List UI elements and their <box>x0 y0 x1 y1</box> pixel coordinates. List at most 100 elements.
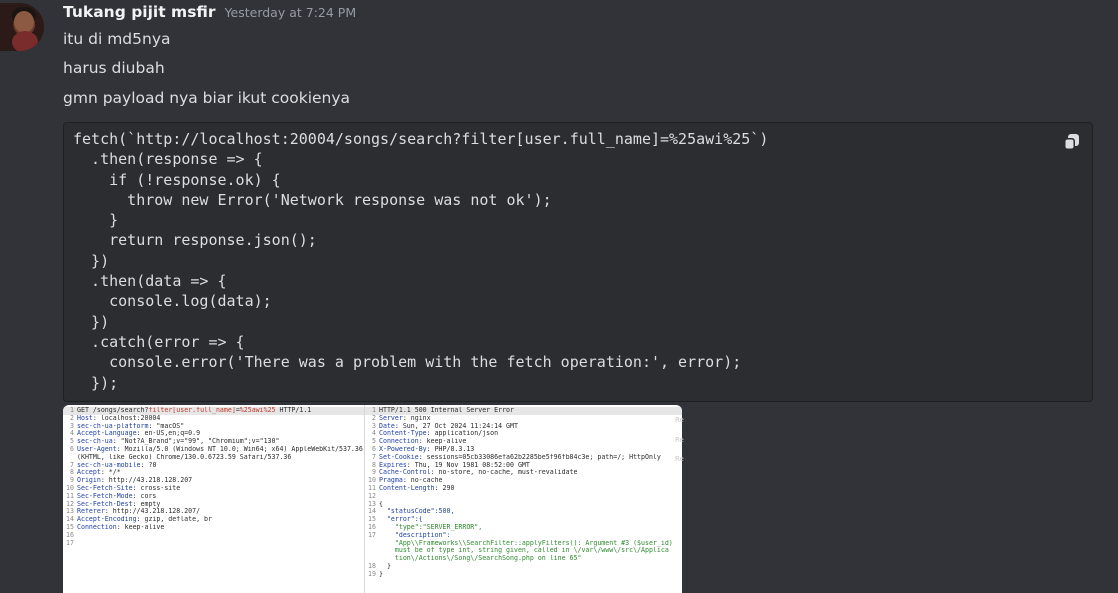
code-line: 7 Set-Cookie: sessions=05cb33086efa62b228… <box>365 454 682 462</box>
line-number: 17 <box>66 539 74 547</box>
line-text: User-Agent: Mozilla/5.0 (Windows NT 10.0… <box>77 445 363 453</box>
line-number: 10 <box>368 477 376 485</box>
line-number: 12 <box>66 500 74 508</box>
line-text: HTTP/1.1 500 Internal Server Error <box>379 407 514 414</box>
message-header: Tukang pijit msfir Yesterday at 7:24 PM <box>63 3 356 27</box>
line-text: Sec-Fetch-Site: cross-site <box>77 484 181 492</box>
copy-icon[interactable] <box>1062 132 1082 152</box>
line-text: Connection: keep-alive <box>379 438 467 446</box>
line-text: Accept-Encoding: gzip, deflate, br <box>77 516 212 524</box>
timestamp[interactable]: Yesterday at 7:24 PM <box>225 5 357 20</box>
line-number: 17 <box>368 531 376 539</box>
message-line: gmn payload nya biar ikut cookienya <box>63 89 351 107</box>
line-number: 11 <box>368 484 376 492</box>
code-line: 4 Accept-Language: en-US,en;q=0.9 <box>63 430 364 438</box>
code-line: 7 sec-ch-ua-mobile: ?0 <box>63 462 364 470</box>
line-number: 13 <box>66 508 74 516</box>
code-line: 15 "error":{ <box>365 516 682 524</box>
side-label: Re <box>675 416 684 424</box>
code-line: 5 Connection: keep-alive <box>365 438 682 446</box>
line-text: X-Powered-By: PHP/8.3.13 <box>379 445 475 453</box>
line-number: 2 <box>70 414 74 422</box>
code-line: 5 sec-ch-ua: "Not?A_Brand";v="99", "Chrom… <box>63 438 364 446</box>
line-number: 1 <box>372 407 376 414</box>
code-line: 12 <box>365 493 682 501</box>
line-number: 3 <box>70 422 74 430</box>
line-number: 2 <box>372 414 376 422</box>
message-line: harus diubah <box>63 59 165 77</box>
line-number: 14 <box>66 516 74 524</box>
code-line: 12 Sec-Fetch-Dest: empty <box>63 501 364 509</box>
code-line: 17 <box>63 540 364 548</box>
line-text: GET /songs/search?filter[user.full_name]… <box>77 407 312 414</box>
attachment-side-panel: Re Re Re <box>671 405 1118 593</box>
line-text: Pragma: no-cache <box>379 477 443 485</box>
line-text: Connection: keep-alive <box>77 523 165 531</box>
line-text: sec-ch-ua-mobile: ?0 <box>77 461 157 469</box>
line-text: { <box>379 500 383 508</box>
image-attachment[interactable]: 1 GET /songs/search?filter[user.full_name… <box>63 405 682 593</box>
line-text: } <box>379 570 383 578</box>
line-number: 14 <box>368 508 376 516</box>
code-line: 11 Content-Length: 290 <box>365 485 682 493</box>
line-text: "description": <box>379 531 451 539</box>
line-number: 8 <box>70 469 74 477</box>
code-line: 17 "description": <box>365 532 682 540</box>
line-number: 9 <box>70 477 74 485</box>
line-text: Content-Length: 290 <box>379 484 455 492</box>
code-line: 13 Referer: http://43.218.128.207/ <box>63 508 364 516</box>
line-number: 16 <box>368 523 376 531</box>
code-line: 16 "type":"SERVER_ERROR", <box>365 524 682 532</box>
line-number: 12 <box>368 492 376 500</box>
line-text: Sec-Fetch-Mode: cors <box>77 492 157 500</box>
code-line: 6 X-Powered-By: PHP/8.3.13 <box>365 446 682 454</box>
line-text: Cache-Control: no-store, no-cache, must-… <box>379 469 578 477</box>
line-text: Referer: http://43.218.128.207/ <box>77 508 201 516</box>
message-line: itu di md5nya <box>63 30 171 48</box>
chat-message: Tukang pijit msfir Yesterday at 7:24 PM … <box>0 0 1118 593</box>
response-pane: 1 HTTP/1.1 500 Internal Server Error 2 Serv… <box>365 405 682 593</box>
line-number <box>365 547 376 555</box>
code-line: 8 Expires: Thu, 19 Nov 1981 08:52:00 GMT <box>365 462 682 470</box>
code-content: fetch(`http://localhost:20004/songs/sear… <box>73 130 769 392</box>
code-line: 9 Cache-Control: no-store, no-cache, must… <box>365 469 682 477</box>
line-number: 19 <box>368 570 376 578</box>
line-text: (KHTML, like Gecko) Chrome/130.0.6723.59… <box>77 453 292 461</box>
code-line: 3 sec-ch-ua-platform: "macOS" <box>63 423 364 431</box>
code-line: 14 Accept-Encoding: gzip, deflate, br <box>63 516 364 524</box>
line-text: Expires: Thu, 19 Nov 1981 08:52:00 GMT <box>379 461 530 469</box>
code-line: 11 Sec-Fetch-Mode: cors <box>63 493 364 501</box>
line-text: Content-Type: application/json <box>379 430 499 438</box>
line-number: 15 <box>66 523 74 531</box>
line-text: sec-ch-ua-platform: "macOS" <box>77 422 185 430</box>
line-text: sec-ch-ua: "Not?A_Brand";v="99", "Chromi… <box>77 438 280 446</box>
line-text: Accept: */* <box>77 469 121 477</box>
code-line: 10 Sec-Fetch-Site: cross-site <box>63 485 364 493</box>
line-text: "App\\Frameworks\\SearchFilter::applyFil… <box>379 539 673 547</box>
code-line: 2 Host: localhost:20004 <box>63 415 364 423</box>
code-line: 15 Connection: keep-alive <box>63 524 364 532</box>
line-number: 3 <box>372 422 376 430</box>
side-label: Re <box>675 436 684 444</box>
line-number: 1 <box>70 407 74 414</box>
code-line: 18 } <box>365 563 682 571</box>
code-line: tion\/Actions\/Song\/SearchSong.php on l… <box>365 555 682 563</box>
line-text: Origin: http://43.218.128.207 <box>77 477 193 485</box>
code-line: 14 "statusCode":500, <box>365 508 682 516</box>
code-line: 6 User-Agent: Mozilla/5.0 (Windows NT 10.… <box>63 446 364 454</box>
line-number: 8 <box>372 461 376 469</box>
code-line: must be of type int, string given, calle… <box>365 547 682 555</box>
code-block: fetch(`http://localhost:20004/songs/sear… <box>63 122 1093 402</box>
line-text: Date: Sun, 27 Oct 2024 11:24:14 GMT <box>379 422 518 430</box>
request-pane: 1 GET /songs/search?filter[user.full_name… <box>63 405 365 593</box>
code-line: 1 GET /songs/search?filter[user.full_name… <box>63 407 364 415</box>
line-text: tion\/Actions\/Song\/SearchSong.php on l… <box>379 555 582 563</box>
line-text: Server: nginx <box>379 414 431 422</box>
code-line: (KHTML, like Gecko) Chrome/130.0.6723.59… <box>63 454 364 462</box>
avatar[interactable] <box>0 3 44 51</box>
line-number: 11 <box>66 492 74 500</box>
line-number: 9 <box>372 469 376 477</box>
username[interactable]: Tukang pijit msfir <box>63 3 216 21</box>
line-number: 6 <box>372 445 376 453</box>
line-number <box>63 454 74 462</box>
